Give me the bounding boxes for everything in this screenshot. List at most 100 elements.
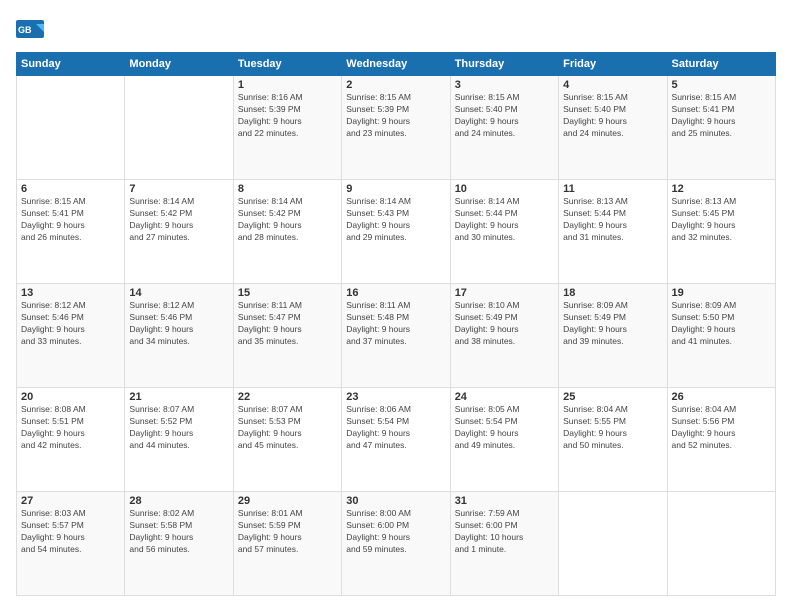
- day-number: 21: [129, 391, 228, 403]
- day-info: Sunrise: 8:14 AM Sunset: 5:44 PM Dayligh…: [455, 196, 554, 244]
- calendar-cell: 16Sunrise: 8:11 AM Sunset: 5:48 PM Dayli…: [342, 284, 450, 388]
- day-number: 19: [672, 287, 771, 299]
- day-info: Sunrise: 8:14 AM Sunset: 5:43 PM Dayligh…: [346, 196, 445, 244]
- day-number: 22: [238, 391, 337, 403]
- day-header-friday: Friday: [559, 53, 667, 76]
- day-info: Sunrise: 8:02 AM Sunset: 5:58 PM Dayligh…: [129, 508, 228, 556]
- day-info: Sunrise: 8:04 AM Sunset: 5:55 PM Dayligh…: [563, 404, 662, 452]
- day-info: Sunrise: 8:05 AM Sunset: 5:54 PM Dayligh…: [455, 404, 554, 452]
- logo-icon: GB: [16, 20, 46, 44]
- calendar-cell: 23Sunrise: 8:06 AM Sunset: 5:54 PM Dayli…: [342, 388, 450, 492]
- day-number: 28: [129, 495, 228, 507]
- day-number: 12: [672, 183, 771, 195]
- calendar-cell: [559, 492, 667, 596]
- day-info: Sunrise: 8:06 AM Sunset: 5:54 PM Dayligh…: [346, 404, 445, 452]
- day-number: 3: [455, 79, 554, 91]
- calendar-cell: 1Sunrise: 8:16 AM Sunset: 5:39 PM Daylig…: [233, 76, 341, 180]
- calendar-cell: 19Sunrise: 8:09 AM Sunset: 5:50 PM Dayli…: [667, 284, 775, 388]
- day-info: Sunrise: 8:03 AM Sunset: 5:57 PM Dayligh…: [21, 508, 120, 556]
- day-info: Sunrise: 8:00 AM Sunset: 6:00 PM Dayligh…: [346, 508, 445, 556]
- day-number: 4: [563, 79, 662, 91]
- week-row-1: 6Sunrise: 8:15 AM Sunset: 5:41 PM Daylig…: [17, 180, 776, 284]
- day-info: Sunrise: 8:04 AM Sunset: 5:56 PM Dayligh…: [672, 404, 771, 452]
- day-info: Sunrise: 8:15 AM Sunset: 5:40 PM Dayligh…: [455, 92, 554, 140]
- day-info: Sunrise: 8:13 AM Sunset: 5:44 PM Dayligh…: [563, 196, 662, 244]
- day-number: 14: [129, 287, 228, 299]
- day-number: 6: [21, 183, 120, 195]
- day-header-thursday: Thursday: [450, 53, 558, 76]
- calendar-cell: 10Sunrise: 8:14 AM Sunset: 5:44 PM Dayli…: [450, 180, 558, 284]
- day-number: 13: [21, 287, 120, 299]
- day-number: 23: [346, 391, 445, 403]
- day-number: 10: [455, 183, 554, 195]
- day-number: 26: [672, 391, 771, 403]
- day-info: Sunrise: 8:16 AM Sunset: 5:39 PM Dayligh…: [238, 92, 337, 140]
- calendar-cell: 5Sunrise: 8:15 AM Sunset: 5:41 PM Daylig…: [667, 76, 775, 180]
- day-number: 17: [455, 287, 554, 299]
- day-number: 18: [563, 287, 662, 299]
- calendar-cell: 20Sunrise: 8:08 AM Sunset: 5:51 PM Dayli…: [17, 388, 125, 492]
- day-info: Sunrise: 8:01 AM Sunset: 5:59 PM Dayligh…: [238, 508, 337, 556]
- day-number: 15: [238, 287, 337, 299]
- day-info: Sunrise: 8:15 AM Sunset: 5:41 PM Dayligh…: [21, 196, 120, 244]
- calendar-body: 1Sunrise: 8:16 AM Sunset: 5:39 PM Daylig…: [17, 76, 776, 596]
- calendar-cell: 21Sunrise: 8:07 AM Sunset: 5:52 PM Dayli…: [125, 388, 233, 492]
- day-number: 9: [346, 183, 445, 195]
- day-number: 5: [672, 79, 771, 91]
- week-row-0: 1Sunrise: 8:16 AM Sunset: 5:39 PM Daylig…: [17, 76, 776, 180]
- calendar-cell: 29Sunrise: 8:01 AM Sunset: 5:59 PM Dayli…: [233, 492, 341, 596]
- page: GB SundayMondayTuesdayWednesdayThursdayF…: [0, 0, 792, 612]
- day-header-wednesday: Wednesday: [342, 53, 450, 76]
- calendar-cell: 24Sunrise: 8:05 AM Sunset: 5:54 PM Dayli…: [450, 388, 558, 492]
- day-number: 11: [563, 183, 662, 195]
- day-info: Sunrise: 8:15 AM Sunset: 5:39 PM Dayligh…: [346, 92, 445, 140]
- day-number: 30: [346, 495, 445, 507]
- calendar-cell: 17Sunrise: 8:10 AM Sunset: 5:49 PM Dayli…: [450, 284, 558, 388]
- calendar-cell: 4Sunrise: 8:15 AM Sunset: 5:40 PM Daylig…: [559, 76, 667, 180]
- calendar-cell: [125, 76, 233, 180]
- day-info: Sunrise: 8:15 AM Sunset: 5:40 PM Dayligh…: [563, 92, 662, 140]
- calendar-cell: 12Sunrise: 8:13 AM Sunset: 5:45 PM Dayli…: [667, 180, 775, 284]
- calendar-cell: 14Sunrise: 8:12 AM Sunset: 5:46 PM Dayli…: [125, 284, 233, 388]
- day-header-sunday: Sunday: [17, 53, 125, 76]
- day-number: 20: [21, 391, 120, 403]
- day-info: Sunrise: 8:09 AM Sunset: 5:50 PM Dayligh…: [672, 300, 771, 348]
- day-number: 1: [238, 79, 337, 91]
- day-info: Sunrise: 8:15 AM Sunset: 5:41 PM Dayligh…: [672, 92, 771, 140]
- calendar-cell: 6Sunrise: 8:15 AM Sunset: 5:41 PM Daylig…: [17, 180, 125, 284]
- day-number: 31: [455, 495, 554, 507]
- calendar-cell: 30Sunrise: 8:00 AM Sunset: 6:00 PM Dayli…: [342, 492, 450, 596]
- day-number: 24: [455, 391, 554, 403]
- day-number: 29: [238, 495, 337, 507]
- header: GB: [16, 16, 776, 44]
- week-row-4: 27Sunrise: 8:03 AM Sunset: 5:57 PM Dayli…: [17, 492, 776, 596]
- calendar-cell: 2Sunrise: 8:15 AM Sunset: 5:39 PM Daylig…: [342, 76, 450, 180]
- header-row: SundayMondayTuesdayWednesdayThursdayFrid…: [17, 53, 776, 76]
- day-info: Sunrise: 8:11 AM Sunset: 5:47 PM Dayligh…: [238, 300, 337, 348]
- calendar-cell: 9Sunrise: 8:14 AM Sunset: 5:43 PM Daylig…: [342, 180, 450, 284]
- calendar-cell: 8Sunrise: 8:14 AM Sunset: 5:42 PM Daylig…: [233, 180, 341, 284]
- week-row-3: 20Sunrise: 8:08 AM Sunset: 5:51 PM Dayli…: [17, 388, 776, 492]
- calendar-cell: 27Sunrise: 8:03 AM Sunset: 5:57 PM Dayli…: [17, 492, 125, 596]
- day-info: Sunrise: 8:11 AM Sunset: 5:48 PM Dayligh…: [346, 300, 445, 348]
- calendar-cell: 22Sunrise: 8:07 AM Sunset: 5:53 PM Dayli…: [233, 388, 341, 492]
- calendar-cell: 11Sunrise: 8:13 AM Sunset: 5:44 PM Dayli…: [559, 180, 667, 284]
- calendar-cell: 3Sunrise: 8:15 AM Sunset: 5:40 PM Daylig…: [450, 76, 558, 180]
- day-info: Sunrise: 7:59 AM Sunset: 6:00 PM Dayligh…: [455, 508, 554, 556]
- calendar-cell: [17, 76, 125, 180]
- day-number: 7: [129, 183, 228, 195]
- day-info: Sunrise: 8:12 AM Sunset: 5:46 PM Dayligh…: [21, 300, 120, 348]
- day-number: 25: [563, 391, 662, 403]
- day-info: Sunrise: 8:13 AM Sunset: 5:45 PM Dayligh…: [672, 196, 771, 244]
- day-info: Sunrise: 8:14 AM Sunset: 5:42 PM Dayligh…: [238, 196, 337, 244]
- calendar-table: SundayMondayTuesdayWednesdayThursdayFrid…: [16, 52, 776, 596]
- day-number: 8: [238, 183, 337, 195]
- calendar-cell: 25Sunrise: 8:04 AM Sunset: 5:55 PM Dayli…: [559, 388, 667, 492]
- day-info: Sunrise: 8:10 AM Sunset: 5:49 PM Dayligh…: [455, 300, 554, 348]
- calendar-cell: 13Sunrise: 8:12 AM Sunset: 5:46 PM Dayli…: [17, 284, 125, 388]
- svg-text:GB: GB: [18, 25, 32, 35]
- calendar-cell: 31Sunrise: 7:59 AM Sunset: 6:00 PM Dayli…: [450, 492, 558, 596]
- day-header-saturday: Saturday: [667, 53, 775, 76]
- calendar-cell: 18Sunrise: 8:09 AM Sunset: 5:49 PM Dayli…: [559, 284, 667, 388]
- day-number: 16: [346, 287, 445, 299]
